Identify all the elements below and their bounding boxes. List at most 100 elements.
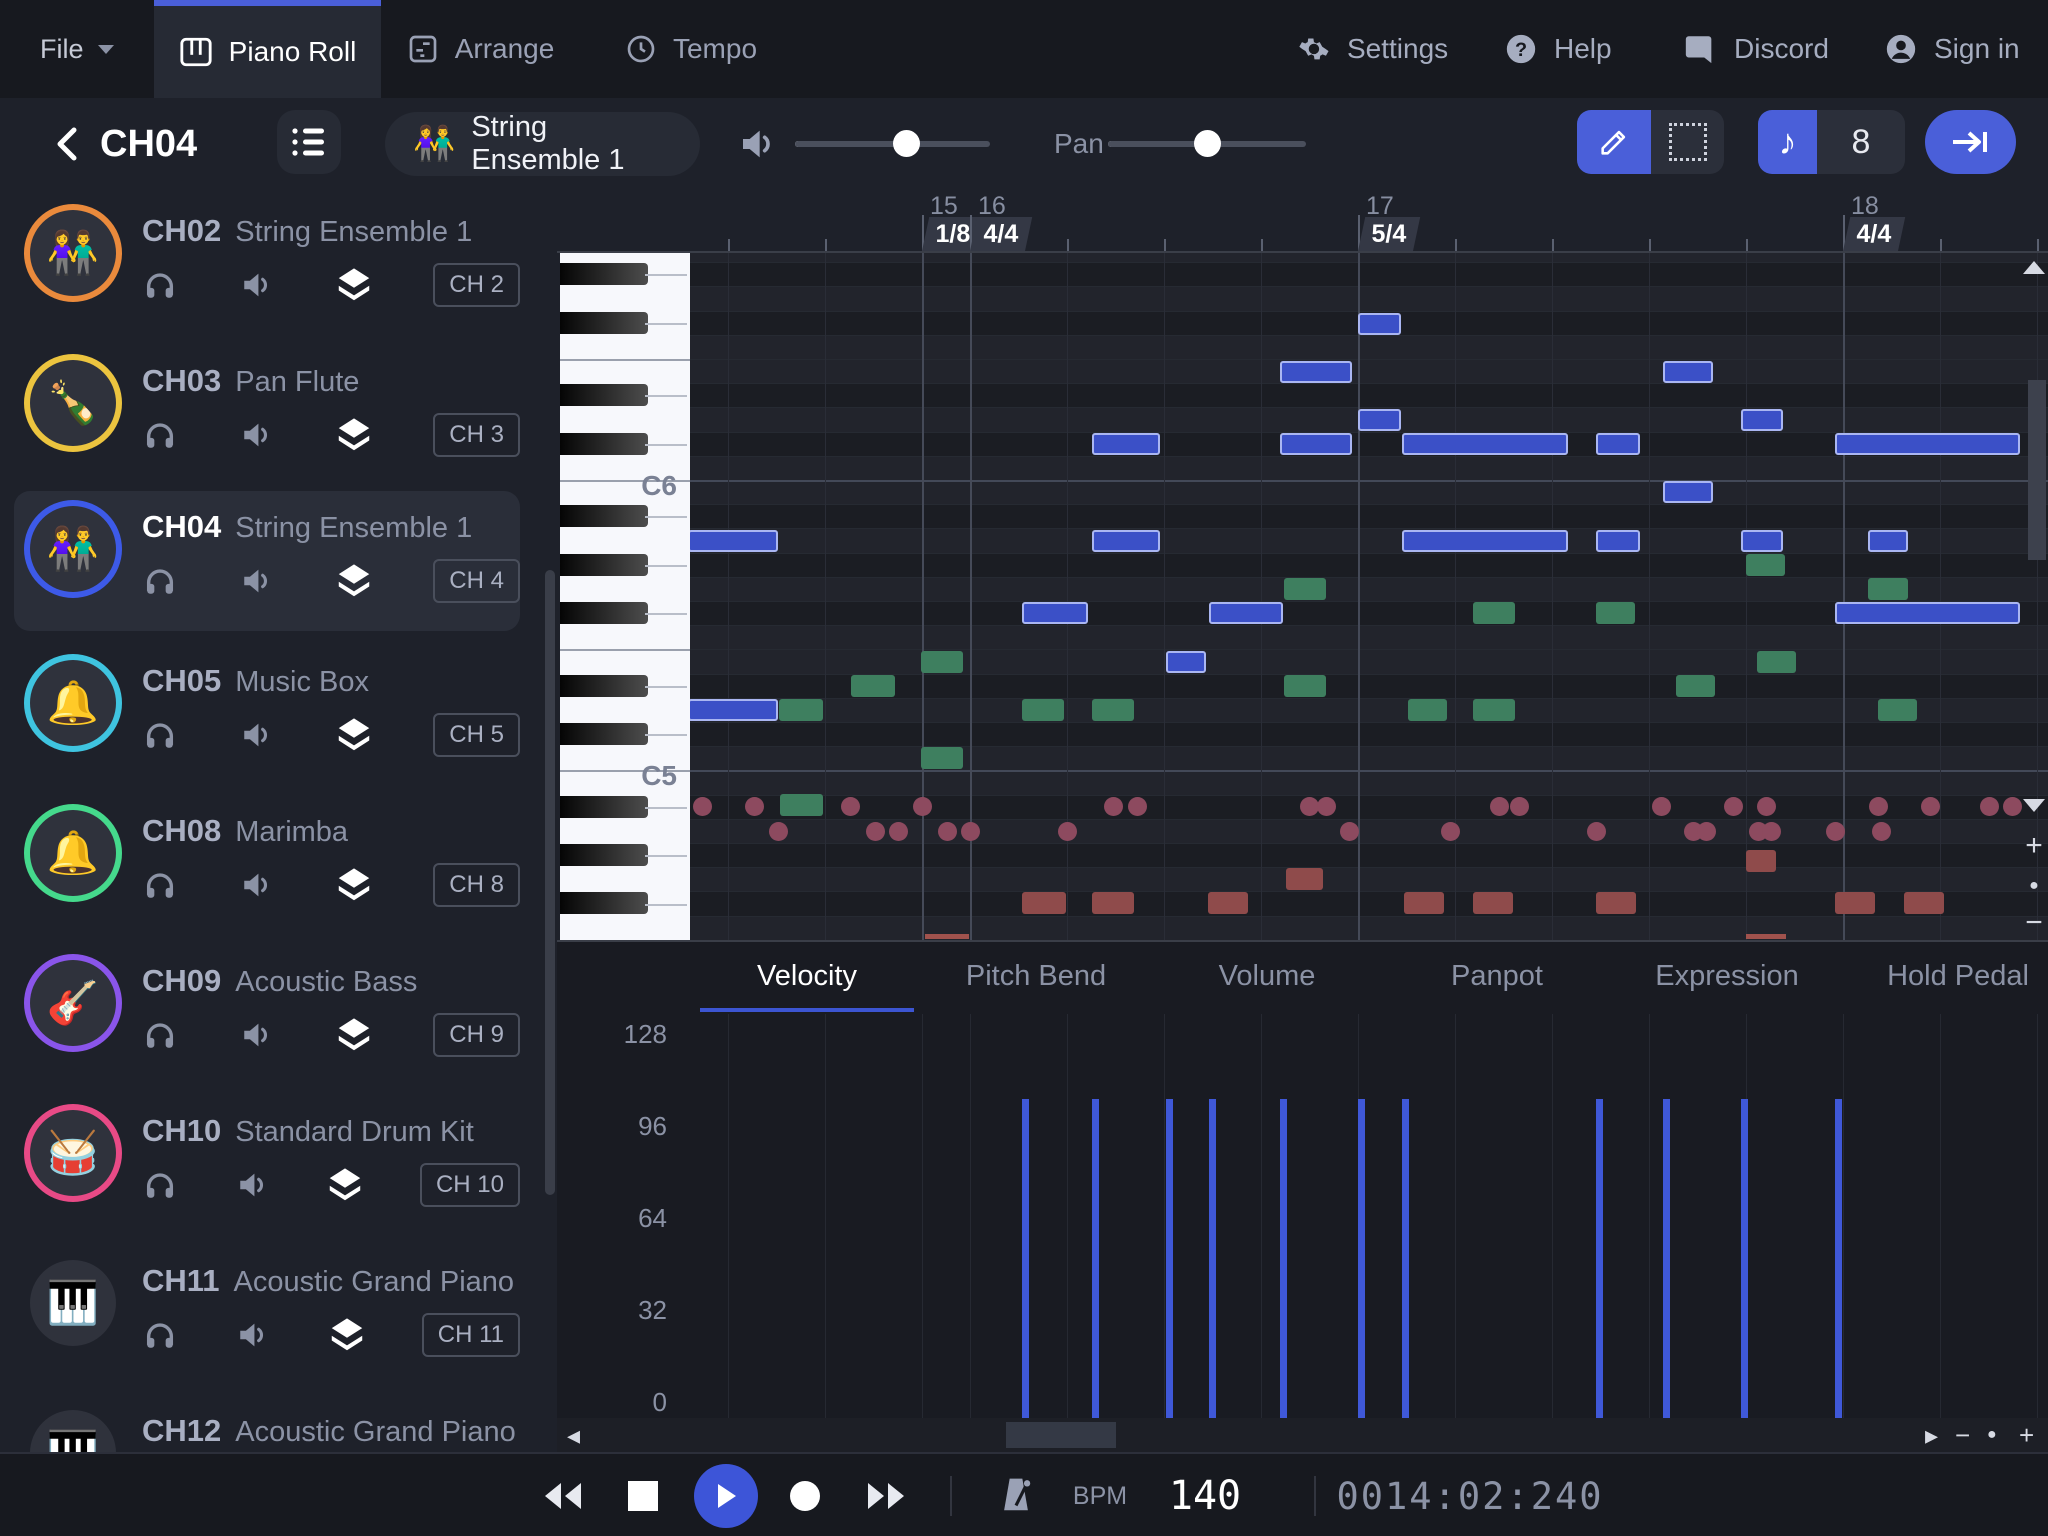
fast-forward-button[interactable] — [856, 1454, 916, 1536]
midi-note-selected-track[interactable] — [1358, 313, 1401, 335]
headphones-icon[interactable] — [142, 868, 178, 902]
nav-help[interactable]: ?Help — [1504, 0, 1612, 98]
controller-tab-hold-pedal[interactable]: Hold Pedal — [1868, 942, 2048, 1010]
track-item-ch02[interactable]: 👫CH02String Ensemble 1CH 2 — [14, 195, 520, 335]
midi-note-selected-track[interactable] — [1663, 361, 1713, 383]
drum-note-dot[interactable] — [913, 797, 932, 816]
drum-note-dot[interactable] — [1128, 797, 1147, 816]
bpm-value[interactable]: 140 — [1150, 1454, 1260, 1536]
midi-note-selected-track[interactable] — [1868, 530, 1908, 552]
drum-note-dot[interactable] — [841, 797, 860, 816]
rewind-button[interactable] — [533, 1454, 593, 1536]
midi-note-red[interactable] — [1473, 892, 1513, 914]
headphones-icon[interactable] — [142, 268, 178, 302]
midi-note-selected-track[interactable] — [1402, 530, 1568, 552]
midi-note-red[interactable] — [1092, 892, 1134, 914]
horizontal-scrollbar-thumb[interactable] — [1006, 1422, 1116, 1448]
midi-note-red[interactable] — [1404, 892, 1444, 914]
midi-note-green[interactable] — [779, 699, 823, 721]
controller-tab-panpot[interactable]: Panpot — [1407, 942, 1587, 1010]
midi-note-green[interactable] — [1284, 578, 1326, 600]
velocity-bar[interactable] — [1663, 1099, 1670, 1418]
track-list-button[interactable] — [277, 110, 341, 174]
black-key[interactable] — [560, 723, 648, 745]
midi-note-green[interactable] — [1757, 651, 1796, 673]
pan-slider[interactable] — [1108, 112, 1306, 176]
pan-slider-knob[interactable] — [1194, 130, 1221, 157]
velocity-bar[interactable] — [1209, 1099, 1216, 1418]
midi-note-selected-track[interactable] — [1402, 433, 1568, 455]
black-key[interactable] — [560, 384, 648, 406]
midi-note-selected-track[interactable] — [1835, 433, 2020, 455]
midi-note-thin[interactable] — [1746, 934, 1786, 939]
drum-note-dot[interactable] — [1340, 822, 1359, 841]
time-signature-badge[interactable]: 4/4 — [970, 217, 1032, 251]
layers-icon[interactable] — [327, 1167, 363, 1203]
pencil-tool-button[interactable] — [1577, 110, 1651, 174]
velocity-bar[interactable] — [1596, 1099, 1603, 1418]
headphones-icon[interactable] — [142, 1168, 178, 1202]
drum-note-dot[interactable] — [1921, 797, 1940, 816]
measure-ruler[interactable]: 151/8164/4175/4184/4 — [557, 190, 2048, 253]
headphones-icon[interactable] — [142, 718, 178, 752]
back-button[interactable] — [52, 126, 82, 167]
drum-note-dot[interactable] — [1058, 822, 1077, 841]
velocity-bar[interactable] — [1835, 1099, 1842, 1418]
layers-icon[interactable] — [336, 867, 372, 903]
scroll-up-button[interactable] — [2023, 261, 2045, 274]
midi-note-red[interactable] — [1286, 868, 1323, 890]
midi-note-red[interactable] — [1596, 892, 1636, 914]
velocity-bar[interactable] — [1358, 1099, 1365, 1418]
midi-note-green[interactable] — [1473, 602, 1515, 624]
track-avatar[interactable]: 🥁 — [30, 1110, 116, 1196]
zoom-reset-vertical-button[interactable]: ● — [2020, 871, 2048, 901]
zoom-out-horizontal-button[interactable]: − — [1955, 1418, 1970, 1452]
drum-note-dot[interactable] — [1697, 822, 1716, 841]
headphones-icon[interactable] — [142, 418, 178, 452]
midi-note-selected-track[interactable] — [1092, 433, 1160, 455]
midi-note-selected-track[interactable] — [690, 530, 778, 552]
drum-note-dot[interactable] — [1441, 822, 1460, 841]
zoom-reset-horizontal-button[interactable]: ● — [1987, 1418, 1997, 1452]
black-key[interactable] — [560, 844, 648, 866]
controller-tab-expression[interactable]: Expression — [1637, 942, 1817, 1010]
midi-note-green[interactable] — [1596, 602, 1635, 624]
midi-note-selected-track[interactable] — [1280, 433, 1352, 455]
drum-note-dot[interactable] — [1980, 797, 1999, 816]
drum-note-dot[interactable] — [961, 822, 980, 841]
scroll-down-button[interactable] — [2023, 799, 2045, 812]
drum-note-dot[interactable] — [866, 822, 885, 841]
note-grid[interactable] — [690, 253, 2048, 940]
drum-note-dot[interactable] — [1510, 797, 1529, 816]
speaker-icon[interactable] — [239, 1018, 275, 1052]
drum-note-dot[interactable] — [1652, 797, 1671, 816]
midi-note-selected-track[interactable] — [1596, 433, 1640, 455]
drum-note-dot[interactable] — [1724, 797, 1743, 816]
velocity-bar[interactable] — [1741, 1099, 1748, 1418]
midi-note-red[interactable] — [1022, 892, 1066, 914]
drum-note-dot[interactable] — [1869, 797, 1888, 816]
midi-note-green[interactable] — [851, 675, 895, 697]
drum-note-dot[interactable] — [889, 822, 908, 841]
drum-note-dot[interactable] — [1587, 822, 1606, 841]
midi-note-red[interactable] — [1904, 892, 1944, 914]
midi-note-red[interactable] — [1835, 892, 1875, 914]
black-key[interactable] — [560, 602, 648, 624]
speaker-icon[interactable] — [239, 564, 275, 598]
track-avatar[interactable]: 🎹 — [30, 1410, 116, 1452]
track-avatar[interactable]: 🔔 — [30, 660, 116, 746]
time-signature-badge[interactable]: 4/4 — [1843, 217, 1905, 251]
track-list-scrollbar[interactable] — [545, 570, 555, 1195]
nav-sign-in[interactable]: Sign in — [1884, 0, 2020, 98]
scroll-right-button[interactable]: ▸ — [1925, 1418, 1938, 1452]
play-button[interactable] — [694, 1454, 758, 1536]
black-key[interactable] — [560, 433, 648, 455]
speaker-icon[interactable] — [239, 868, 275, 902]
track-avatar[interactable]: 🎹 — [30, 1260, 116, 1346]
black-key[interactable] — [560, 796, 648, 818]
track-item-ch11[interactable]: 🎹CH11Acoustic Grand PianoCH 11 — [14, 1245, 520, 1385]
track-item-ch12[interactable]: 🎹CH12Acoustic Grand PianoCH 12 — [14, 1395, 520, 1452]
note-duration-value[interactable]: 8 — [1817, 110, 1905, 174]
drum-note-dot[interactable] — [1762, 822, 1781, 841]
midi-note-thin[interactable] — [925, 934, 969, 939]
